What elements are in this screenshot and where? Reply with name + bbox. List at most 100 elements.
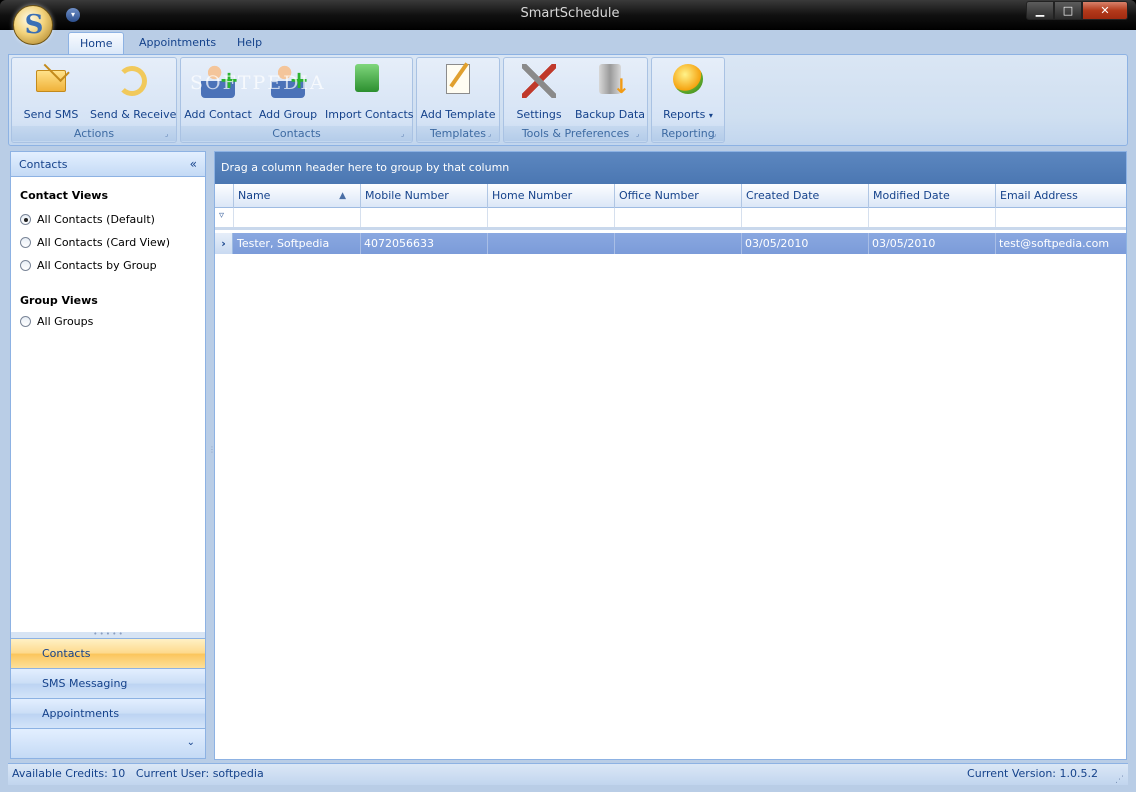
column-header-home[interactable]: Home Number <box>488 184 615 208</box>
view-all-contacts-by-group[interactable]: All Contacts by Group <box>20 258 157 274</box>
view-label: All Contacts (Card View) <box>37 236 171 249</box>
dialog-launcher-icon[interactable]: ⌟ <box>713 130 722 139</box>
radio-icon[interactable] <box>20 237 31 248</box>
dialog-launcher-icon[interactable]: ⌟ <box>488 130 497 139</box>
cell-home[interactable] <box>488 233 615 254</box>
status-left: Available Credits: 10 Current User: soft… <box>12 764 264 784</box>
add-group-label: Add Group <box>258 108 318 121</box>
chevron-down-icon[interactable]: ⌄ <box>187 737 195 748</box>
send-receive-button[interactable]: Send & Receive <box>90 60 177 128</box>
dialog-launcher-icon[interactable]: ⌟ <box>401 130 410 139</box>
import-contacts-label: Import Contacts <box>325 108 414 121</box>
maximize-button[interactable]: □ <box>1054 1 1082 20</box>
resize-grip-icon[interactable]: ⋰ <box>1115 770 1124 790</box>
cell-modified[interactable]: 03/05/2010 <box>869 233 996 254</box>
close-button[interactable]: ✕ <box>1082 1 1128 20</box>
filter-cell[interactable] <box>361 208 488 227</box>
add-contact-label: Add Contact <box>184 108 252 121</box>
filter-cell[interactable] <box>742 208 869 227</box>
nav-button-appointments[interactable]: Appointments <box>11 698 205 728</box>
app-window: ▾ SmartSchedule ▁ □ ✕ S Home Appointment… <box>0 0 1136 792</box>
settings-button[interactable]: Settings <box>508 60 570 128</box>
add-template-button[interactable]: Add Template <box>419 60 497 128</box>
column-header-created[interactable]: Created Date <box>742 184 869 208</box>
minimize-button[interactable]: ▁ <box>1026 1 1054 20</box>
navigation-pane: Contacts « Contact Views All Contacts (D… <box>10 151 206 759</box>
radio-icon[interactable] <box>20 316 31 327</box>
nav-button-sms-messaging[interactable]: SMS Messaging <box>11 668 205 698</box>
filter-cell[interactable] <box>996 208 1126 227</box>
dialog-launcher-icon[interactable]: ⌟ <box>165 130 174 139</box>
row-indicator-icon: › <box>215 233 233 254</box>
reports-label-text: Reports <box>663 108 706 121</box>
ribbon-group-reporting: Reports ▾ Reporting ⌟ <box>651 57 725 143</box>
view-all-contacts-card[interactable]: All Contacts (Card View) <box>20 235 170 251</box>
send-sms-label: Send SMS <box>23 108 79 121</box>
group-views-title: Group Views <box>20 294 98 307</box>
add-group-button[interactable]: + Add Group <box>255 60 321 128</box>
import-icon <box>355 64 379 92</box>
group-label-tools: Tools & Preferences <box>504 126 647 141</box>
column-header-mobile[interactable]: Mobile Number <box>361 184 488 208</box>
ribbon-group-actions: Send SMS Send & Receive Actions ⌟ <box>11 57 177 143</box>
view-all-contacts-default[interactable]: All Contacts (Default) <box>20 212 155 228</box>
sync-icon <box>117 66 147 96</box>
column-header-email[interactable]: Email Address <box>996 184 1126 208</box>
collapse-pane-icon[interactable]: « <box>190 152 197 177</box>
ribbon-group-contacts: + Add Contact + Add Group Import Contact… <box>180 57 414 143</box>
backup-data-button[interactable]: Backup Data <box>574 60 646 128</box>
import-contacts-button[interactable]: Import Contacts <box>325 60 414 128</box>
group-by-panel[interactable]: Drag a column header here to group by th… <box>215 152 1126 184</box>
filter-cell[interactable] <box>234 208 361 227</box>
column-header-name[interactable]: Name ▲ <box>234 184 361 208</box>
tab-appointments[interactable]: Appointments <box>128 32 227 54</box>
current-user: Current User: softpedia <box>135 767 264 780</box>
send-sms-button[interactable]: Send SMS <box>16 60 86 128</box>
filter-cell[interactable] <box>488 208 615 227</box>
ribbon-group-tools: Settings Backup Data Tools & Preferences… <box>503 57 648 143</box>
filter-cell[interactable] <box>869 208 996 227</box>
view-all-groups[interactable]: All Groups <box>20 314 93 330</box>
table-row[interactable]: › Tester, Softpedia 4072056633 03/05/201… <box>215 233 1126 254</box>
group-label-actions: Actions <box>12 126 176 141</box>
tools-icon <box>522 64 556 98</box>
filter-icon[interactable]: ▿ <box>219 210 224 221</box>
ribbon-group-templates: Add Template Templates ⌟ <box>416 57 500 143</box>
column-header-modified[interactable]: Modified Date <box>869 184 996 208</box>
cell-office[interactable] <box>615 233 742 254</box>
contact-views-title: Contact Views <box>20 189 109 202</box>
settings-label: Settings <box>516 108 562 121</box>
group-label-contacts: Contacts <box>181 126 412 141</box>
ribbon-tabs: Home Appointments Help <box>8 30 1128 54</box>
cell-name[interactable]: Tester, Softpedia <box>234 233 361 254</box>
column-header-office[interactable]: Office Number <box>615 184 742 208</box>
radio-icon[interactable] <box>20 260 31 271</box>
add-template-label: Add Template <box>420 108 496 121</box>
nav-button-contacts[interactable]: Contacts <box>11 638 205 668</box>
add-contact-button[interactable]: + Add Contact <box>183 60 253 128</box>
cell-mobile[interactable]: 4072056633 <box>361 233 488 254</box>
header-indicator-cell <box>215 184 234 208</box>
status-bar: Available Credits: 10 Current User: soft… <box>8 763 1128 785</box>
cell-created[interactable]: 03/05/2010 <box>742 233 869 254</box>
nav-header-title: Contacts <box>19 158 68 171</box>
quick-access-dropdown-icon[interactable]: ▾ <box>66 8 80 22</box>
filter-row: ▿ <box>215 208 1126 230</box>
filter-cell[interactable] <box>615 208 742 227</box>
template-icon <box>446 64 470 94</box>
reports-icon <box>673 64 703 94</box>
app-menu-button[interactable]: S <box>13 5 53 45</box>
send-receive-label: Send & Receive <box>90 108 177 121</box>
tab-home[interactable]: Home <box>68 32 125 54</box>
title-bar: ▾ SmartSchedule ▁ □ ✕ <box>0 0 1136 30</box>
tab-help[interactable]: Help <box>226 32 273 54</box>
group-label-templates: Templates <box>417 126 499 141</box>
grid-header-row: Name ▲ Mobile Number Home Number Office … <box>215 184 1126 208</box>
radio-selected-icon[interactable] <box>20 214 31 225</box>
pane-splitter[interactable]: ⋮ <box>207 151 216 759</box>
reports-button[interactable]: Reports ▾ <box>654 60 722 128</box>
dialog-launcher-icon[interactable]: ⌟ <box>636 130 645 139</box>
cell-email[interactable]: test@softpedia.com <box>996 233 1126 254</box>
dropdown-arrow-icon: ▾ <box>708 111 713 120</box>
backup-data-label: Backup Data <box>574 108 646 121</box>
